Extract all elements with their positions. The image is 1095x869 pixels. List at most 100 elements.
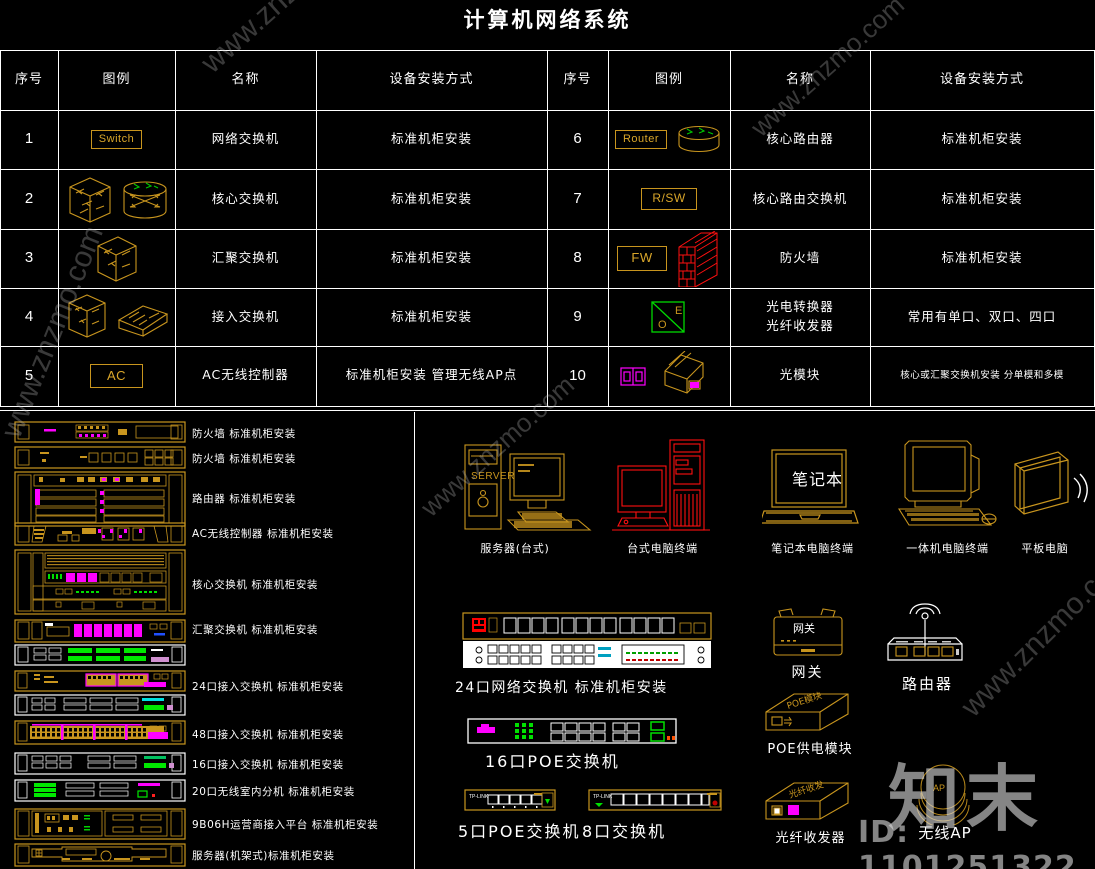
svg-text:O: O <box>658 319 668 331</box>
install-method: 核心或汇聚交换机安装 分单模和多模 <box>900 369 1064 381</box>
header-name-left: 名称 <box>231 72 260 88</box>
firewall-brick-icon <box>678 230 718 287</box>
rack-label: 核心交换机 标准机柜安装 <box>192 579 319 591</box>
ac-tag: AC <box>89 363 144 388</box>
device-caption: 24口网络交换机 标准机柜安装 <box>455 680 668 696</box>
symbol-firewall: FW <box>608 229 730 288</box>
rack-label: 防火墙 标准机柜安装 <box>192 453 296 465</box>
rack-label: 16口接入交换机 标准机柜安装 <box>192 759 344 771</box>
install-method: 标准机柜安装 <box>390 308 472 324</box>
terminal-desktop-red <box>612 439 710 531</box>
device-wireless-ap: AP <box>916 764 970 825</box>
cube-tray-icon <box>67 294 168 338</box>
row-number: 2 <box>24 189 34 207</box>
terminal-tablet <box>1014 451 1088 515</box>
device-caption: POE供电模块 <box>767 742 853 757</box>
row-number: 9 <box>573 307 582 325</box>
device-name: 防火墙 <box>779 250 821 266</box>
legend-table: 序号 图例 名称 设备安装方式 序号 图例 名称 设备安装方式 1 Switch… <box>0 50 1095 407</box>
brand-label: TP-LINK <box>469 794 489 800</box>
terminal-caption: 平板电脑 <box>1021 542 1069 555</box>
header-symbol-left: 图例 <box>102 72 131 88</box>
rack-label: 20口无线室内分机 标准机柜安装 <box>192 786 355 798</box>
rack-label: 路由器 标准机柜安装 <box>192 493 296 505</box>
svg-text:SERVER: SERVER <box>471 471 515 482</box>
row-number: 4 <box>24 307 34 325</box>
terminal-caption: 服务器(台式) <box>480 542 550 555</box>
rack-device-core-switch <box>14 549 186 615</box>
gateway-face-label: 网关 <box>793 621 815 635</box>
page-title: 计算机网络系统 <box>463 8 632 32</box>
row-number: 10 <box>569 366 586 384</box>
laptop-screen-text: 笔记本 <box>792 470 843 489</box>
device-poe-switch-16 <box>467 718 677 744</box>
row-number: 1 <box>24 130 34 148</box>
symbol-agg-switch <box>58 229 175 288</box>
rsw-tag: R/SW <box>641 188 697 210</box>
switch-tag: Switch <box>90 130 143 149</box>
symbol-ac-controller: AC <box>58 346 175 406</box>
ap-face-text: AP <box>933 783 945 793</box>
rack-device-firewall-2 <box>14 446 186 469</box>
section-divider-horizontal <box>0 410 1095 412</box>
device-gateway: 网关 <box>773 608 843 656</box>
symbol-core-switch <box>58 169 175 229</box>
header-symbol-right: 图例 <box>654 72 683 88</box>
cube-cylinder-icon <box>68 177 167 223</box>
device-switch-24-detail <box>462 612 712 668</box>
router-cylinder-icon <box>678 125 720 152</box>
symbol-switch: Switch <box>58 110 175 169</box>
symbol-router-switch: R/SW <box>608 169 730 229</box>
device-caption: 16口POE交换机 <box>485 752 620 771</box>
rack-label: 48口接入交换机 标准机柜安装 <box>192 729 344 741</box>
rack-label: 服务器(机架式)标准机柜安装 <box>192 850 335 862</box>
header-no-left: 序号 <box>14 72 43 88</box>
rack-device-agg-switch-alt <box>14 644 186 666</box>
row-number: 6 <box>573 130 582 148</box>
rack-label: 汇聚交换机 标准机柜安装 <box>192 624 319 636</box>
symbol-fiber-converter: E O <box>608 288 730 346</box>
device-caption: 网关 <box>791 665 824 681</box>
symbol-access-switch <box>58 288 175 346</box>
eo-box-icon: E O <box>651 301 685 333</box>
rack-device-ac-controller <box>14 522 186 546</box>
device-name: AC无线控制器 <box>202 367 289 383</box>
symbol-optical-module <box>608 346 730 406</box>
header-name-right: 名称 <box>785 72 814 88</box>
cube-icon <box>96 235 137 282</box>
router-tag: Router <box>614 130 668 149</box>
terminal-caption: 台式电脑终端 <box>627 542 698 555</box>
row-number: 7 <box>573 189 582 207</box>
poe-module-face-text: POE模块 <box>785 689 823 712</box>
section-divider-vertical <box>414 412 416 869</box>
install-method: 常用有单口、双口、四口 <box>907 308 1057 324</box>
rack-device-switch-16 <box>14 752 186 775</box>
install-method: 标准机柜安装 管理无线AP点 <box>345 367 518 383</box>
fw-tag: FW <box>617 246 667 271</box>
terminal-aio <box>898 440 997 526</box>
device-caption: 无线AP <box>918 824 972 842</box>
svg-text:E: E <box>675 305 683 317</box>
terminal-server-tower: SERVER <box>464 444 592 531</box>
rack-label: 防火墙 标准机柜安装 <box>192 428 296 440</box>
rack-label: 24口接入交换机 标准机柜安装 <box>192 681 344 693</box>
header-install-left: 设备安装方式 <box>389 72 474 88</box>
rack-device-switch-48 <box>14 720 186 745</box>
install-method: 标准机柜安装 <box>390 131 472 147</box>
device-name: 汇聚交换机 <box>211 250 280 266</box>
optical-module-icon <box>620 350 704 394</box>
rack-device-server <box>14 843 186 867</box>
rack-device-agg-switch <box>14 619 186 643</box>
rack-label: AC无线控制器 标准机柜安装 <box>192 528 334 540</box>
device-caption: 路由器 <box>901 675 953 693</box>
fiber-converter-face-text: 光纤收发 <box>787 778 825 801</box>
row-number: 3 <box>24 249 34 267</box>
install-method: 标准机柜安装 <box>941 250 1023 266</box>
rack-device-switch-20 <box>14 779 186 802</box>
header-install-right: 设备安装方式 <box>939 72 1024 88</box>
device-name: 核心路由器 <box>766 131 834 147</box>
row-number: 5 <box>24 366 34 384</box>
device-poe-module: POE模块 <box>765 689 849 731</box>
rack-device-platform <box>14 808 186 840</box>
symbol-core-router: Router <box>608 110 730 169</box>
